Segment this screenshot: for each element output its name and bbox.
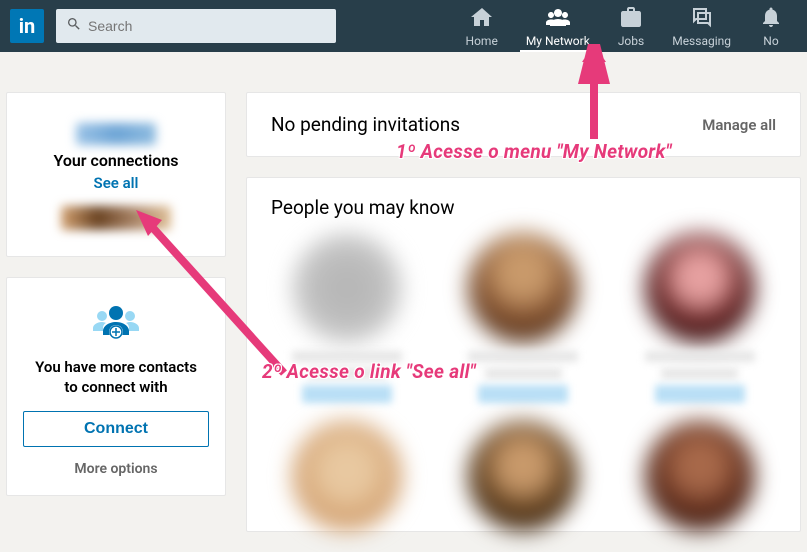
person-suggestion[interactable] (447, 421, 599, 531)
annotation-step-2: 2º Acesse o link "See all" (262, 360, 476, 383)
nav-label: Jobs (618, 34, 644, 48)
invitations-heading: No pending invitations (271, 113, 460, 136)
top-nav-bar: in Home My Network Jobs Messaging No (0, 0, 807, 52)
nav-label: Home (466, 34, 498, 48)
jobs-icon (619, 5, 643, 34)
home-icon (470, 5, 494, 34)
avatar (468, 421, 578, 531)
avatar (292, 233, 402, 343)
connection-count-blurred (76, 123, 156, 145)
person-info-blurred (468, 351, 578, 403)
person-info-blurred (645, 351, 755, 403)
connect-button[interactable]: Connect (23, 411, 209, 447)
avatar (645, 233, 755, 343)
nav-home[interactable]: Home (452, 0, 512, 52)
notifications-icon (759, 5, 783, 34)
network-icon (546, 5, 570, 34)
manage-all-link[interactable]: Manage all (702, 116, 776, 134)
avatar (468, 233, 578, 343)
person-suggestion[interactable] (271, 421, 423, 531)
nav-notifications[interactable]: No (745, 0, 797, 52)
annotation-step-1: 1º Acesse o menu "My Network" (396, 140, 672, 163)
nav-menu: Home My Network Jobs Messaging No (452, 0, 797, 52)
person-suggestion[interactable] (624, 421, 776, 531)
person-suggestion[interactable] (624, 233, 776, 403)
see-all-link[interactable]: See all (94, 174, 139, 192)
people-heading: People you may know (271, 196, 776, 219)
more-options-link[interactable]: More options (23, 461, 209, 477)
connections-heading: Your connections (23, 151, 209, 170)
people-card: People you may know (246, 177, 801, 532)
linkedin-logo[interactable]: in (10, 9, 44, 43)
messaging-icon (690, 5, 714, 34)
search-icon (66, 16, 88, 36)
nav-label: Messaging (672, 34, 731, 48)
avatar (292, 421, 402, 531)
nav-messaging[interactable]: Messaging (658, 0, 745, 52)
nav-label: No (763, 34, 778, 48)
search-input[interactable] (88, 18, 326, 34)
search-container[interactable] (56, 9, 336, 43)
avatar (645, 421, 755, 531)
annotation-arrow-up (574, 44, 614, 144)
